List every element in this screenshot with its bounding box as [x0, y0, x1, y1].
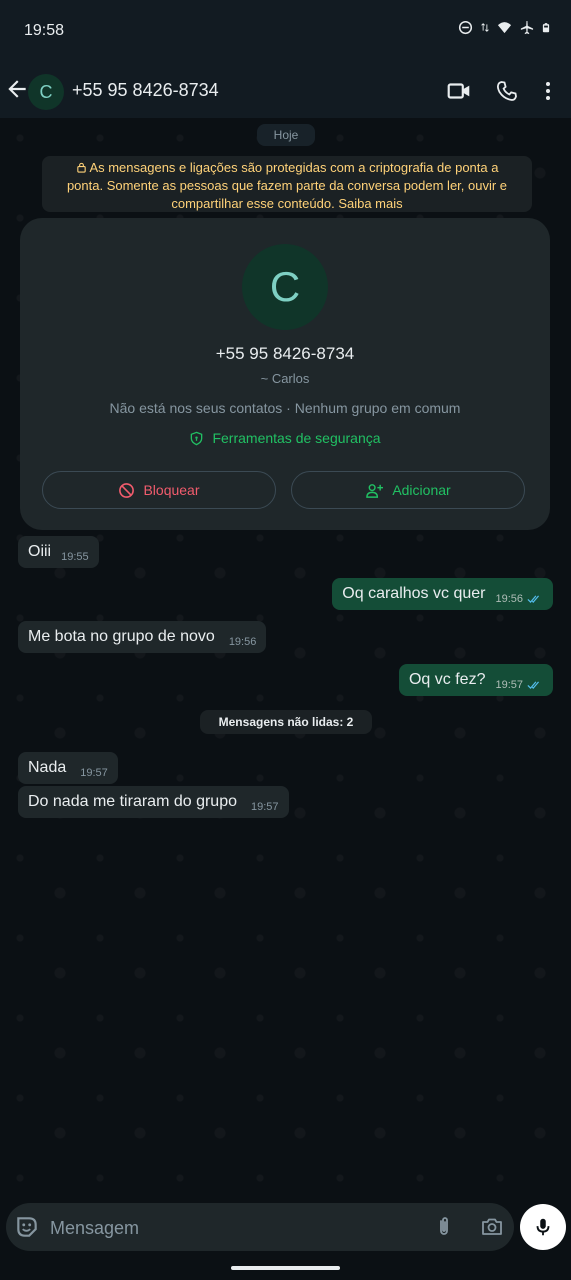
security-tools-label: Ferramentas de segurança — [212, 430, 381, 446]
more-vert-icon[interactable] — [535, 78, 561, 104]
date-chip: Hoje — [257, 124, 315, 146]
contact-avatar[interactable]: C — [242, 244, 328, 330]
status-bar: 19:58 — [0, 0, 571, 58]
status-time: 19:58 — [24, 22, 65, 39]
message-time: 19:57 — [80, 767, 108, 779]
message-text: Nada — [28, 759, 67, 776]
message-time: 19:57 — [495, 679, 523, 691]
message-input[interactable] — [48, 1211, 422, 1245]
message-bubble-in[interactable]: Nada 19:57 — [18, 752, 118, 784]
read-ticks-icon — [527, 594, 543, 604]
battery-icon — [542, 23, 550, 33]
message-bubble-in[interactable]: Do nada me tiraram do grupo 19:57 — [18, 786, 289, 818]
message-bubble-out[interactable]: Oq caralhos vc quer 19:56 — [332, 578, 553, 610]
block-icon — [118, 482, 135, 499]
mic-button[interactable] — [520, 1204, 566, 1250]
phone-icon[interactable] — [494, 78, 520, 104]
attach-icon[interactable] — [432, 1215, 456, 1239]
shield-icon — [189, 431, 204, 446]
lock-icon — [76, 160, 90, 175]
add-person-icon — [365, 482, 384, 499]
camera-icon[interactable] — [480, 1215, 504, 1239]
encryption-line-3: compartilhar esse conteúdo. — [171, 196, 335, 211]
message-bubble-in[interactable]: Me bota no grupo de novo 19:56 — [18, 621, 267, 653]
contact-card: C +55 95 8426-8734 ~ Carlos Não está nos… — [20, 218, 550, 530]
add-contact-button[interactable]: Adicionar — [291, 471, 525, 509]
emoji-icon[interactable] — [14, 1214, 40, 1240]
encryption-line-2: ponta. Somente as pessoas que fazem part… — [66, 178, 508, 193]
airplane-icon — [520, 20, 534, 35]
encryption-notice[interactable]: As mensagens e ligações são protegidas c… — [42, 156, 532, 212]
message-text: Do nada me tiraram do grupo — [28, 793, 237, 810]
message-text: Oq vc fez? — [408, 671, 486, 688]
message-time: 19:57 — [251, 801, 279, 813]
block-label: Bloquear — [143, 482, 200, 498]
back-arrow-icon[interactable] — [4, 76, 30, 102]
add-label: Adicionar — [392, 482, 451, 498]
status-icons — [458, 20, 551, 35]
wifi-icon — [497, 22, 512, 34]
read-ticks-icon — [527, 680, 543, 690]
message-text: Oiii — [28, 543, 52, 560]
message-time: 19:55 — [61, 551, 89, 563]
contact-name: ~ Carlos — [260, 371, 310, 386]
avatar[interactable]: C — [28, 74, 64, 110]
contact-info: Não está nos seus contatos · Nenhum grup… — [109, 400, 461, 416]
encryption-line-1: As mensagens e ligações são protegidas c… — [89, 160, 499, 175]
data-arrows-icon — [481, 23, 489, 32]
video-call-icon[interactable] — [446, 78, 472, 104]
learn-more-link[interactable]: Saiba mais — [338, 196, 402, 211]
message-bubble-out[interactable]: Oq vc fez? 19:57 — [398, 664, 553, 696]
home-indicator[interactable] — [231, 1266, 340, 1270]
unread-messages-chip: Mensagens não lidas: 2 — [200, 710, 372, 734]
message-bubble-in[interactable]: Oiii 19:55 — [18, 536, 99, 568]
block-button[interactable]: Bloquear — [42, 471, 276, 509]
message-text: Oq caralhos vc quer — [342, 585, 486, 602]
contact-phone: +55 95 8426-8734 — [215, 344, 355, 363]
security-tools-link[interactable]: Ferramentas de segurança — [20, 430, 550, 446]
do-not-disturb-icon — [458, 20, 473, 35]
mic-icon — [532, 1216, 554, 1238]
chat-title[interactable]: +55 95 8426-8734 — [72, 80, 219, 101]
message-composer — [6, 1203, 514, 1251]
chat-header: C +55 95 8426-8734 — [0, 58, 571, 118]
message-time: 19:56 — [228, 636, 257, 648]
message-time: 19:56 — [495, 593, 523, 605]
message-text: Me bota no grupo de novo — [28, 628, 215, 645]
